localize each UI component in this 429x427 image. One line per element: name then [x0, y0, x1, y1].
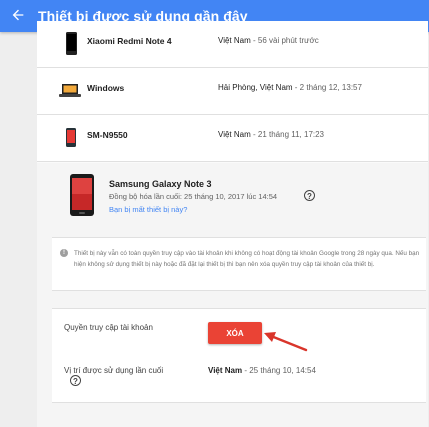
help-icon[interactable]: ? [70, 375, 81, 386]
galaxy-note3-image [70, 174, 94, 216]
warning-text: Thiết bị này vẫn có toàn quyền truy cập … [74, 250, 420, 268]
device-row-xiaomi[interactable]: Xiaomi Redmi Note 4 Việt Nam - 56 vài ph… [37, 21, 428, 68]
device-name: SM-N9550 [87, 130, 128, 140]
device-row-sm-n9550[interactable]: SM-N9550 Việt Nam - 21 tháng 11, 17:23 [37, 115, 428, 162]
delete-button[interactable]: XÓA [208, 322, 262, 344]
account-access-label: Quyền truy cập tài khoản [64, 323, 153, 332]
last-location-label: Vị trí được sử dụng lần cuối [64, 366, 164, 375]
device-info: Việt Nam - 56 vài phút trước [218, 36, 319, 45]
selected-device-name: Samsung Galaxy Note 3 [109, 179, 212, 189]
smartphone-red-icon [66, 128, 76, 147]
last-sync-text: Đồng bộ hóa lần cuối: 25 tháng 10, 2017 … [109, 192, 278, 201]
smartphone-icon [66, 32, 77, 55]
device-name: Windows [87, 83, 125, 93]
laptop-icon [59, 84, 81, 97]
help-icon[interactable]: ? [304, 190, 315, 201]
device-info: Hải Phòng, Việt Nam - 2 tháng 12, 13:57 [218, 83, 362, 92]
warning-box: ! Thiết bị này vẫn có toàn quyền truy cậ… [52, 237, 426, 291]
device-name: Xiaomi Redmi Note 4 [87, 36, 172, 46]
info-icon: ! [60, 249, 68, 257]
lost-device-link[interactable]: Bạn bị mất thiết bị này? [109, 205, 187, 214]
device-row-windows[interactable]: Windows Hải Phòng, Việt Nam - 2 tháng 12… [37, 68, 428, 115]
annotation-arrow [264, 332, 308, 352]
device-info: Việt Nam - 21 tháng 11, 17:23 [218, 130, 325, 139]
arrow-back-icon[interactable] [10, 7, 26, 23]
last-location-value: Việt Nam - 25 tháng 10, 14:54 [208, 366, 316, 375]
divider [52, 402, 426, 403]
